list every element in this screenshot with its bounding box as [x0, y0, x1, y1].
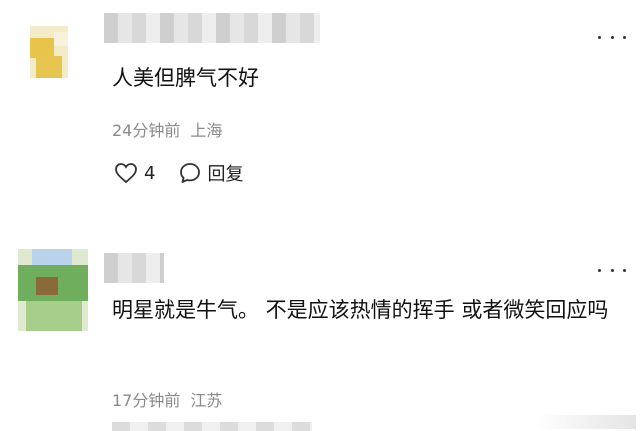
comment-meta: 24分钟前 上海 — [112, 117, 222, 141]
speech-bubble-icon — [180, 163, 201, 183]
like-count: 4 — [144, 162, 156, 184]
comment-location: 江苏 — [190, 391, 223, 410]
comment-time: 24分钟前 — [112, 121, 181, 140]
avatar-pixel — [54, 32, 68, 46]
more-dots-icon[interactable] — [598, 30, 626, 44]
reply-button[interactable]: 回复 — [179, 160, 243, 186]
watermark — [536, 415, 636, 429]
comment-item: 明星就是牛气。 不是应该热情的挥手 或者微笑回应吗 17分钟前 江苏 — [0, 215, 640, 431]
more-dots-icon[interactable] — [598, 263, 626, 277]
avatar-pixel — [36, 277, 58, 295]
avatar-pixel — [26, 301, 82, 331]
comment-time: 17分钟前 — [112, 391, 181, 410]
avatar-pixel — [36, 56, 62, 78]
username[interactable] — [104, 253, 164, 283]
avatar[interactable] — [18, 249, 88, 331]
comment-actions: 4 回复 — [114, 160, 243, 186]
next-comment-preview — [112, 422, 312, 431]
comment-content: 明星就是牛气。 不是应该热情的挥手 或者微笑回应吗 — [112, 298, 609, 322]
avatar-pixel — [30, 38, 54, 58]
comment-meta: 17分钟前 江苏 — [112, 387, 222, 411]
comment-content: 人美但脾气不好 — [112, 66, 259, 90]
reply-label: 回复 — [207, 164, 244, 185]
username[interactable] — [104, 13, 320, 43]
avatar[interactable] — [30, 26, 68, 78]
comment-item: 人美但脾气不好 24分钟前 上海 4 回复 — [0, 0, 640, 215]
like-button[interactable]: 4 — [114, 162, 155, 184]
heart-icon — [115, 163, 137, 184]
comment-location: 上海 — [190, 121, 223, 140]
